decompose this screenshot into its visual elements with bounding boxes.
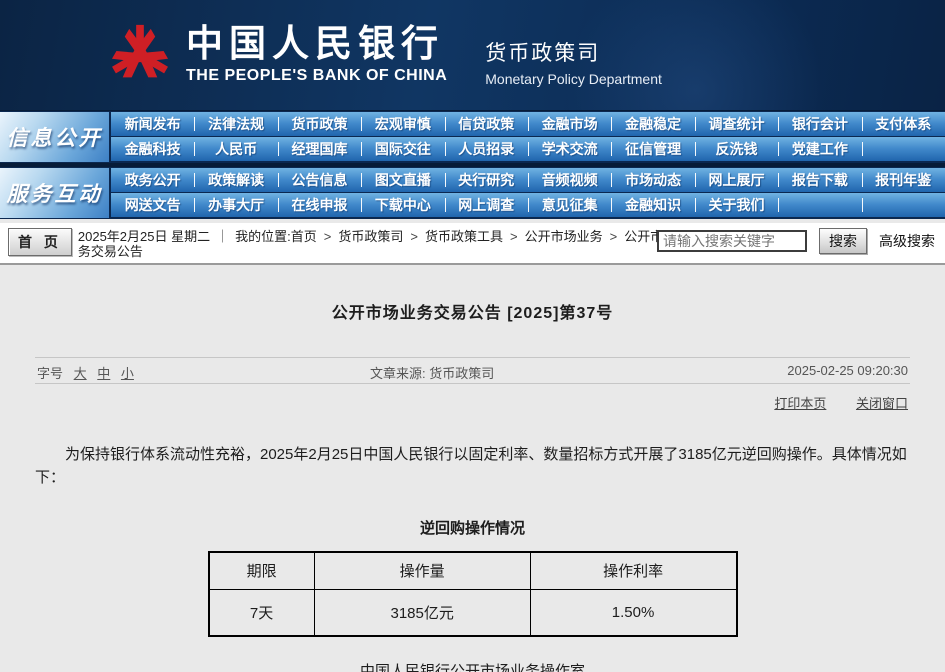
article-signature: 中国人民银行公开市场业务操作室 xyxy=(35,660,910,672)
nav-item[interactable]: 下载中心 xyxy=(361,193,444,218)
advanced-search-link[interactable]: 高级搜索 xyxy=(879,231,935,251)
nav-item[interactable]: 网上展厅 xyxy=(695,168,778,193)
site-header: 中国人民银行 THE PEOPLE'S BANK OF CHINA 货币政策司 … xyxy=(0,0,945,110)
nav-section-label[interactable]: 信息公开 xyxy=(0,112,111,162)
nav-item[interactable]: 关于我们 xyxy=(695,193,778,218)
breadcrumb: 2025年2月25日 星期二 ｜ 我的位置:首页 > 货币政策司 > 货币政策工具 > 公开市场… xyxy=(78,227,696,259)
nav-section-1: 信息公开新闻发布法律法规货币政策宏观审慎信贷政策金融市场金融稳定调查统计银行会计… xyxy=(0,111,945,163)
font-size-medium[interactable]: 中 xyxy=(97,366,110,381)
nav-item[interactable]: 银行会计 xyxy=(778,112,861,137)
nav-item[interactable]: 办事大厅 xyxy=(194,193,277,218)
search-zone: 搜索 高级搜索 xyxy=(657,228,935,254)
table-header-cell: 操作利率 xyxy=(530,552,736,590)
nav-section-2: 服务互动政务公开政策解读公告信息图文直播央行研究音频视频市场动态网上展厅报告下载… xyxy=(0,167,945,219)
nav-item[interactable]: 在线申报 xyxy=(278,193,361,218)
table-header-row: 期限操作量操作利率 xyxy=(209,552,737,590)
print-close-row: 打印本页 关闭窗口 xyxy=(35,384,910,412)
article-timestamp: 2025-02-25 09:20:30 xyxy=(787,363,908,378)
department-name-cn: 货币政策司 xyxy=(485,37,662,67)
breadcrumb-pipe: ｜ xyxy=(216,229,229,244)
nav-item[interactable]: 央行研究 xyxy=(445,168,528,193)
current-date: 2025年2月25日 星期二 xyxy=(78,229,210,244)
nav-item[interactable]: 征信管理 xyxy=(611,137,694,162)
nav-grid: 政务公开政策解读公告信息图文直播央行研究音频视频市场动态网上展厅报告下载报刊年鉴… xyxy=(111,168,945,218)
nav-cell-empty xyxy=(862,137,945,162)
article-source: 文章来源: 货币政策司 xyxy=(370,363,494,382)
table-header-cell: 期限 xyxy=(209,552,315,590)
nav-item[interactable]: 意见征集 xyxy=(528,193,611,218)
department-block: 货币政策司 Monetary Policy Department xyxy=(469,37,662,87)
nav-item[interactable]: 货币政策 xyxy=(278,112,361,137)
nav-item[interactable]: 网送文告 xyxy=(111,193,194,218)
font-size-small[interactable]: 小 xyxy=(121,366,134,381)
bank-title-block: 中国人民银行 THE PEOPLE'S BANK OF CHINA xyxy=(186,25,447,85)
nav-item[interactable]: 支付体系 xyxy=(862,112,945,137)
nav-item[interactable]: 报告下载 xyxy=(778,168,861,193)
nav-item[interactable]: 党建工作 xyxy=(778,137,861,162)
nav-item[interactable]: 市场动态 xyxy=(611,168,694,193)
breadcrumb-item[interactable]: 公开市场业务 xyxy=(525,229,603,244)
nav-item[interactable]: 图文直播 xyxy=(361,168,444,193)
breadcrumb-location[interactable]: 我的位置:首页 xyxy=(235,229,317,244)
search-input[interactable] xyxy=(657,230,807,252)
nav-item[interactable]: 法律法规 xyxy=(194,112,277,137)
close-window-link[interactable]: 关闭窗口 xyxy=(856,396,908,411)
nav-cell-empty xyxy=(862,193,945,218)
reverse-repo-table: 期限操作量操作利率7天3185亿元1.50% xyxy=(208,551,738,637)
breadcrumb-bar: 首 页 2025年2月25日 星期二 ｜ 我的位置:首页 > 货币政策司 > 货币政策工具 >… xyxy=(0,223,945,265)
table-cell: 3185亿元 xyxy=(314,590,530,636)
print-page-link[interactable]: 打印本页 xyxy=(774,396,826,411)
nav-grid: 新闻发布法律法规货币政策宏观审慎信贷政策金融市场金融稳定调查统计银行会计支付体系… xyxy=(111,112,945,162)
nav-item[interactable]: 金融市场 xyxy=(528,112,611,137)
nav-item[interactable]: 人民币 xyxy=(194,137,277,162)
nav-item[interactable]: 报刊年鉴 xyxy=(862,168,945,193)
nav-item[interactable]: 金融科技 xyxy=(111,137,194,162)
department-name-en: Monetary Policy Department xyxy=(485,71,662,87)
nav-item[interactable]: 国际交往 xyxy=(361,137,444,162)
table-cell: 7天 xyxy=(209,590,315,636)
table-cell: 1.50% xyxy=(530,590,736,636)
breadcrumb-item[interactable]: 货币政策司 xyxy=(338,229,403,244)
article-title: 公开市场业务交易公告 [2025]第37号 xyxy=(35,265,910,323)
breadcrumb-separator: > xyxy=(410,229,418,244)
nav-item[interactable]: 金融稳定 xyxy=(611,112,694,137)
breadcrumb-item[interactable]: 货币政策工具 xyxy=(425,229,503,244)
font-size-label: 字号 xyxy=(37,366,63,381)
article-body: 为保持银行体系流动性充裕，2025年2月25日中国人民银行以固定利率、数量招标方… xyxy=(35,443,910,490)
nav-item[interactable]: 信贷政策 xyxy=(445,112,528,137)
nav-item[interactable]: 反洗钱 xyxy=(695,137,778,162)
breadcrumb-separator: > xyxy=(610,229,618,244)
nav-item[interactable]: 学术交流 xyxy=(528,137,611,162)
nav-item[interactable]: 新闻发布 xyxy=(111,112,194,137)
bank-name-en: THE PEOPLE'S BANK OF CHINA xyxy=(186,67,447,85)
main-navigation: 信息公开新闻发布法律法规货币政策宏观审慎信贷政策金融市场金融稳定调查统计银行会计… xyxy=(0,110,945,219)
nav-item[interactable]: 调查统计 xyxy=(695,112,778,137)
table-header-cell: 操作量 xyxy=(314,552,530,590)
table-title: 逆回购操作情况 xyxy=(35,517,910,538)
article-content: 公开市场业务交易公告 [2025]第37号 字号 大 中 小 文章来源: 货币政… xyxy=(0,265,945,672)
table-row: 7天3185亿元1.50% xyxy=(209,590,737,636)
home-button[interactable]: 首 页 xyxy=(8,228,72,256)
article-meta: 字号 大 中 小 文章来源: 货币政策司 2025-02-25 09:20:30 xyxy=(35,358,910,383)
search-button[interactable]: 搜索 xyxy=(819,228,867,254)
pboc-logo-icon xyxy=(108,18,172,92)
nav-item[interactable]: 政策解读 xyxy=(194,168,277,193)
nav-item[interactable]: 宏观审慎 xyxy=(361,112,444,137)
nav-item[interactable]: 音频视频 xyxy=(528,168,611,193)
nav-item[interactable]: 政务公开 xyxy=(111,168,194,193)
bank-name-cn: 中国人民银行 xyxy=(186,25,447,65)
breadcrumb-separator: > xyxy=(324,229,332,244)
nav-item[interactable]: 人员招录 xyxy=(445,137,528,162)
nav-section-label[interactable]: 服务互动 xyxy=(0,168,111,218)
breadcrumb-separator: > xyxy=(510,229,518,244)
nav-item[interactable]: 网上调查 xyxy=(445,193,528,218)
nav-item[interactable]: 经理国库 xyxy=(278,137,361,162)
nav-cell-empty xyxy=(778,193,861,218)
font-size-large[interactable]: 大 xyxy=(74,366,87,381)
nav-item[interactable]: 公告信息 xyxy=(278,168,361,193)
nav-item[interactable]: 金融知识 xyxy=(611,193,694,218)
